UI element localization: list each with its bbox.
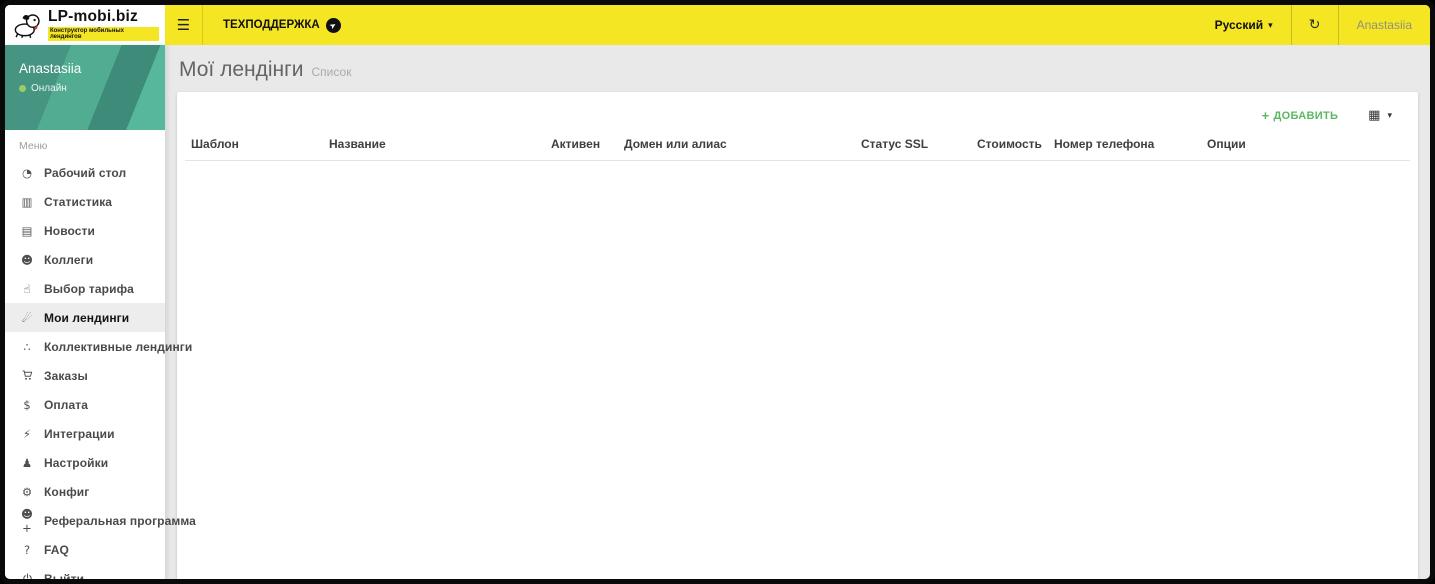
sidebar-item-settings[interactable]: ♟ Настройки — [5, 448, 165, 477]
dog-logo-icon — [14, 13, 40, 38]
table-header-row: Шаблон Название Активен Домен или алиас Стат… — [185, 131, 1410, 161]
sidebar-item-label: Оплата — [44, 397, 89, 412]
add-label: ДОБАВИТЬ — [1273, 109, 1339, 122]
caret-down-icon: ▾ — [1268, 19, 1273, 30]
refresh-icon: ↻ — [1308, 17, 1321, 33]
sidebar-item-payment[interactable]: $ Оплата — [5, 390, 165, 419]
brand-name: LP-mobi.biz — [47, 7, 138, 25]
card-toolbar: + ДОБАВИТЬ ▦ ▾ — [185, 92, 1410, 131]
topbar-username[interactable]: Anastasiia — [1339, 5, 1430, 45]
sidebar-user-panel: Anastasiia Онлайн — [5, 45, 165, 130]
sidebar-item-label: Конфиг — [44, 484, 90, 499]
sidebar-item-label: Статистика — [44, 194, 113, 209]
sidebar-item-colleagues[interactable]: ☻ Коллеги — [5, 245, 165, 274]
column-header: Стоимость — [977, 137, 1042, 151]
columns-dropdown-button[interactable]: ▦ ▾ — [1368, 108, 1392, 123]
sidebar-item-label: Настройки — [44, 455, 109, 470]
sidebar-item-label: Рабочий стол — [44, 165, 127, 180]
gauge-icon: ◔ — [21, 165, 33, 180]
power-icon — [19, 573, 35, 579]
telegram-icon: ➤ — [327, 19, 339, 31]
gears-icon: ⚙ — [21, 484, 33, 499]
users-icon: ☻ — [21, 252, 33, 267]
online-dot-icon — [19, 85, 26, 92]
sidebar-item-label: Новости — [44, 223, 96, 238]
sidebar-item-orders[interactable]: Заказы — [5, 361, 165, 390]
plug-icon: ⚡ — [22, 426, 32, 441]
brand-tagline: Конструктор мобильных лендингов — [47, 27, 159, 42]
sidebar-item-statistics[interactable]: ▥ Статистика — [5, 187, 165, 216]
column-header: Активен — [551, 137, 601, 151]
column-header: Домен или алиас — [624, 137, 727, 151]
sidebar-item-label: FAQ — [44, 542, 69, 557]
sidebar-item-news[interactable]: ▤ Новости — [5, 216, 165, 245]
sidebar-menu: ◔ Рабочий стол ▥ Статистика ▤ Новости ☻ … — [5, 158, 196, 584]
cart-icon — [19, 370, 35, 381]
sidebar-item-label: Интеграции — [44, 426, 115, 441]
add-landing-button[interactable]: + ДОБАВИТЬ — [1262, 108, 1339, 123]
support-label: ТЕХПОДДЕРЖКА — [223, 19, 320, 31]
sidebar-item-logout[interactable]: Выйти — [5, 564, 165, 584]
column-header: Статус SSL — [861, 137, 929, 151]
language-label: Русский — [1214, 18, 1264, 32]
sidebar-item-label: Заказы — [44, 368, 88, 383]
hamburger-icon: ☰ — [176, 17, 191, 34]
sidebar-item-label: Коллективные лендинги — [44, 339, 193, 354]
share-icon: ∴ — [23, 339, 31, 354]
page-header: Мої лендінги Список — [179, 58, 1418, 82]
sidebar: Anastasiia Онлайн Меню ◔ Рабочий стол ▥ … — [5, 45, 196, 584]
online-status-label: Онлайн — [31, 83, 67, 94]
sidebar-item-tariff[interactable]: ☝ Выбор тарифа — [5, 274, 165, 303]
sidebar-item-collective-landings[interactable]: ∴ Коллективные лендинги — [5, 332, 192, 361]
dollar-icon: $ — [23, 397, 31, 412]
sidebar-item-faq[interactable]: ? FAQ — [5, 535, 165, 564]
sidebar-item-label: Выйти — [44, 571, 85, 584]
hand-pointer-icon: ☝ — [23, 281, 31, 296]
sidebar-item-my-landings[interactable]: ☄ Мои лендинги — [5, 303, 165, 332]
news-icon: ▤ — [21, 223, 33, 238]
language-dropdown[interactable]: Русский ▾ — [1197, 5, 1291, 45]
refresh-button[interactable]: ↻ — [1292, 5, 1338, 45]
hamburger-menu-button[interactable]: ☰ — [165, 5, 203, 45]
sidebar-item-desktop[interactable]: ◔ Рабочий стол — [5, 158, 165, 187]
topbar: LP-mobi.biz Конструктор мобильных лендин… — [5, 5, 1430, 45]
chart-icon: ▥ — [21, 194, 33, 209]
telegram-icon: ➤ — [325, 17, 341, 33]
user-plus-icon: ☻+ — [21, 506, 33, 535]
sidebar-item-label: Реферальная программа — [44, 513, 196, 528]
sidebar-item-label: Коллеги — [44, 252, 94, 267]
column-header: Опции — [1207, 137, 1246, 151]
sidebar-item-config[interactable]: ⚙ Конфиг — [5, 477, 165, 506]
main-content: Мої лендінги Список + ДОБАВИТЬ ▦ ▾ Шабло… — [165, 45, 1430, 579]
menu-section-label: Меню — [19, 140, 48, 152]
user-icon: ♟ — [21, 455, 33, 470]
rocket-icon: ☄ — [21, 310, 33, 325]
sidebar-user-status: Онлайн — [19, 83, 151, 94]
sidebar-item-label: Мои лендинги — [44, 310, 130, 325]
app-window: LP-mobi.biz Конструктор мобильных лендин… — [0, 0, 1435, 584]
column-header: Номер телефона — [1054, 137, 1155, 151]
sidebar-item-integrations[interactable]: ⚡ Интеграции — [5, 419, 165, 448]
column-header: Шаблон — [191, 137, 239, 151]
landings-card: + ДОБАВИТЬ ▦ ▾ Шаблон Название Активен Доме… — [177, 92, 1418, 579]
page-subtitle: Список — [311, 65, 352, 79]
sidebar-user-name: Anastasiia — [19, 61, 82, 76]
plus-icon: + — [1261, 108, 1270, 123]
logo[interactable]: LP-mobi.biz Конструктор мобильных лендин… — [5, 5, 165, 45]
support-button[interactable]: ТЕХПОДДЕРЖКА ➤ — [203, 5, 361, 45]
caret-down-icon: ▾ — [1387, 110, 1392, 121]
column-header: Название — [329, 137, 386, 151]
sidebar-item-label: Выбор тарифа — [44, 281, 134, 296]
sidebar-item-referral[interactable]: ☻+ Реферальная программа — [5, 506, 196, 535]
page-title: Мої лендінги — [179, 58, 304, 81]
grid-icon: ▦ — [1368, 108, 1381, 123]
question-icon: ? — [23, 542, 31, 557]
